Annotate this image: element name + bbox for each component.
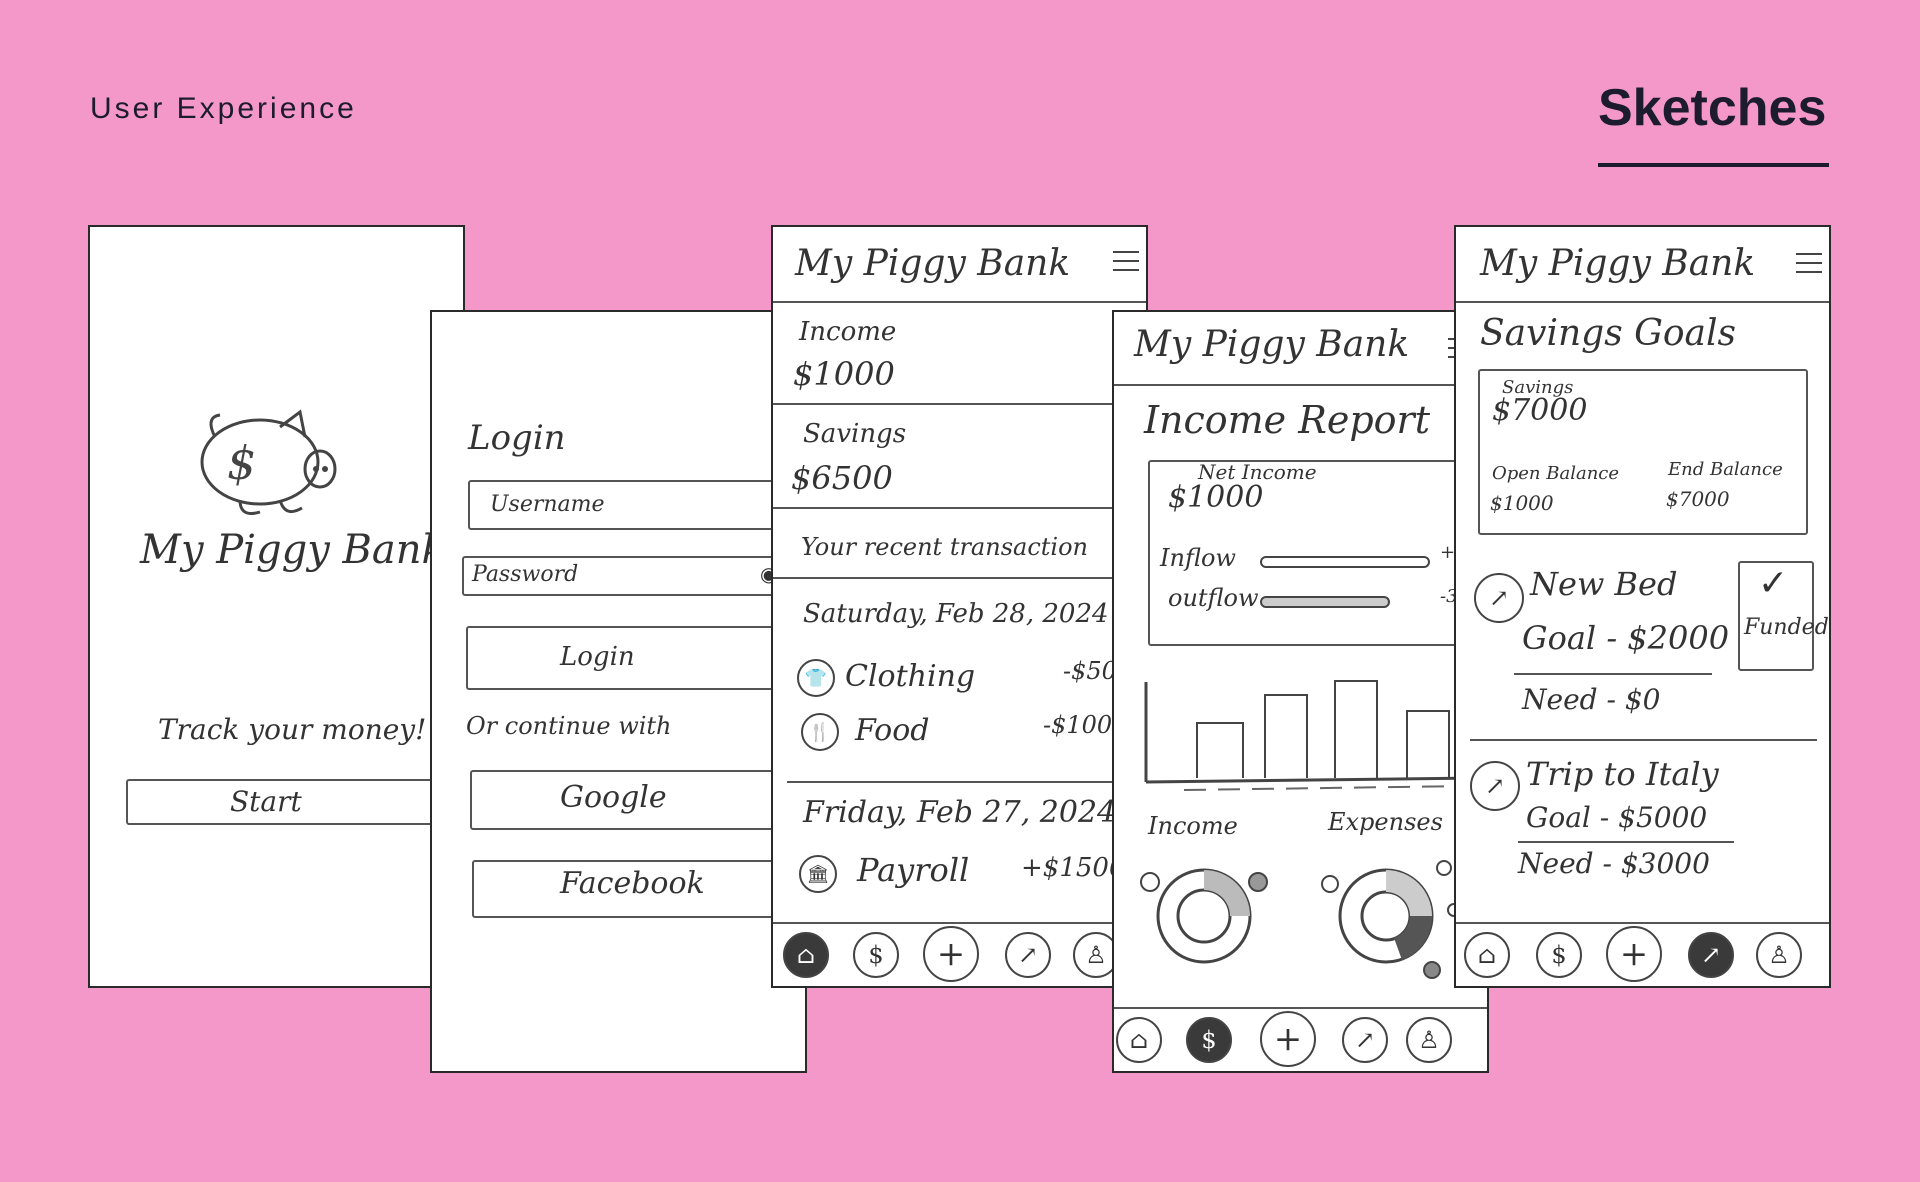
income-donut-chart	[1140, 868, 1268, 964]
sketch-login: Login Username Password ◉ Login Or conti…	[430, 310, 807, 1073]
title-underline	[1598, 163, 1829, 167]
savings-label: Savings	[803, 419, 907, 449]
net-income-value: $1000	[1168, 480, 1264, 515]
divider	[1518, 841, 1734, 843]
start-label: Start	[230, 785, 302, 818]
goal-target: Goal - $2000	[1522, 619, 1730, 657]
user-icon[interactable]: ♙	[1756, 932, 1802, 978]
divider	[773, 403, 1146, 405]
divider	[1470, 739, 1817, 741]
report-title: Income Report	[1144, 398, 1430, 442]
divider	[1514, 673, 1712, 675]
app-name: My Piggy Bank	[1134, 324, 1410, 365]
divider	[1114, 384, 1487, 386]
tagline: Track your money!	[158, 713, 427, 746]
transaction-amount: -$100	[1043, 711, 1113, 739]
user-icon[interactable]: ♙	[1406, 1017, 1452, 1063]
password-placeholder: Password	[472, 562, 579, 587]
open-balance-value: $1000	[1490, 491, 1554, 515]
expenses-chart-label: Expenses	[1328, 808, 1443, 836]
menu-icon[interactable]	[1113, 251, 1139, 271]
check-icon: ✓	[1758, 563, 1789, 604]
goal-name: New Bed	[1530, 565, 1678, 603]
date-heading: Saturday, Feb 28, 2024	[803, 599, 1109, 629]
savings-value: $6500	[791, 459, 893, 497]
open-balance-label: Open Balance	[1492, 463, 1620, 484]
shirt-icon: 👕	[797, 659, 835, 697]
home-icon[interactable]: ⌂	[783, 932, 829, 978]
login-heading: Login	[468, 418, 566, 458]
facebook-label: Facebook	[560, 866, 705, 901]
end-balance-label: End Balance	[1668, 459, 1783, 480]
date-heading: Friday, Feb 27, 2024	[803, 795, 1117, 830]
plus-icon[interactable]: +	[1606, 926, 1662, 982]
sketch-savings-goals: My Piggy Bank Savings Goals Savings $700…	[1454, 225, 1831, 988]
income-value: $1000	[793, 355, 895, 393]
app-name: My Piggy Bank	[795, 243, 1071, 284]
home-icon[interactable]: ⌂	[1116, 1017, 1162, 1063]
trend-icon[interactable]: ↗	[1342, 1017, 1388, 1063]
inflow-bar	[1260, 556, 1430, 568]
goal-target: Goal - $5000	[1526, 801, 1708, 834]
income-chart-label: Income	[1148, 812, 1238, 840]
trend-icon[interactable]: ↗	[1005, 932, 1051, 978]
app-name: My Piggy Bank	[140, 527, 446, 573]
bank-icon: 🏛	[799, 855, 837, 893]
goal-need: Need - $3000	[1518, 847, 1710, 880]
bottom-nav: ⌂ $ + ↗ ♙	[773, 922, 1146, 986]
goal-name: Trip to Italy	[1526, 755, 1719, 793]
savings-value: $7000	[1492, 393, 1588, 428]
dollar-icon[interactable]: $	[1186, 1017, 1232, 1063]
trend-icon: ↗	[1474, 573, 1524, 623]
end-balance-value: $7000	[1666, 487, 1730, 511]
divider	[773, 301, 1146, 303]
home-icon[interactable]: ⌂	[1464, 932, 1510, 978]
inflow-label: Inflow	[1160, 544, 1236, 572]
piggy-bank-icon: $	[200, 409, 337, 515]
sketch-income-report: My Piggy Bank Income Report Net Income $…	[1112, 310, 1489, 1073]
trend-icon[interactable]: ↗	[1688, 932, 1734, 978]
svg-text:$: $	[227, 436, 256, 490]
expenses-donut-chart	[1321, 860, 1461, 979]
recent-transactions-label: Your recent transaction	[801, 533, 1088, 561]
bottom-nav: ⌂ $ + ↗ ♙	[1456, 922, 1829, 986]
transaction-name: Clothing	[845, 659, 976, 694]
goal-need: Need - $0	[1522, 683, 1661, 716]
outflow-bar	[1260, 596, 1390, 608]
transaction-name: Food	[855, 713, 930, 748]
transaction-name: Payroll	[857, 851, 970, 889]
menu-icon[interactable]	[1796, 253, 1822, 273]
chart-bar	[1264, 694, 1308, 778]
divider	[773, 507, 1146, 509]
dollar-icon[interactable]: $	[1536, 932, 1582, 978]
divider	[773, 577, 1146, 579]
page-title: Sketches	[1598, 79, 1827, 137]
login-button-label: Login	[560, 642, 635, 672]
goals-title: Savings Goals	[1480, 313, 1737, 354]
income-label: Income	[799, 317, 897, 347]
food-icon: 🍴	[801, 713, 839, 751]
dollar-icon[interactable]: $	[853, 932, 899, 978]
transaction-amount: -$50	[1063, 657, 1117, 685]
funded-label: Funded	[1744, 615, 1829, 640]
divider	[1456, 301, 1829, 303]
username-placeholder: Username	[490, 492, 605, 517]
chart-bar	[1334, 680, 1378, 778]
chart-bar	[1406, 710, 1450, 778]
google-label: Google	[560, 780, 667, 815]
chart-bar	[1196, 722, 1244, 778]
continue-with-text: Or continue with	[466, 712, 672, 740]
section-kicker: User Experience	[90, 92, 357, 125]
plus-icon[interactable]: +	[923, 926, 979, 982]
transaction-amount: +$1500	[1021, 853, 1126, 883]
sketch-welcome: $ My Piggy Bank Track your money! Start	[88, 225, 465, 988]
plus-icon[interactable]: +	[1260, 1011, 1316, 1067]
divider	[787, 781, 1146, 783]
bottom-nav: ⌂ $ + ↗ ♙	[1114, 1007, 1487, 1071]
trend-icon: ↗	[1470, 761, 1520, 811]
app-name: My Piggy Bank	[1480, 243, 1756, 284]
outflow-label: outflow	[1168, 584, 1259, 612]
sketch-home: My Piggy Bank Income $1000 Savings $6500…	[771, 225, 1148, 988]
